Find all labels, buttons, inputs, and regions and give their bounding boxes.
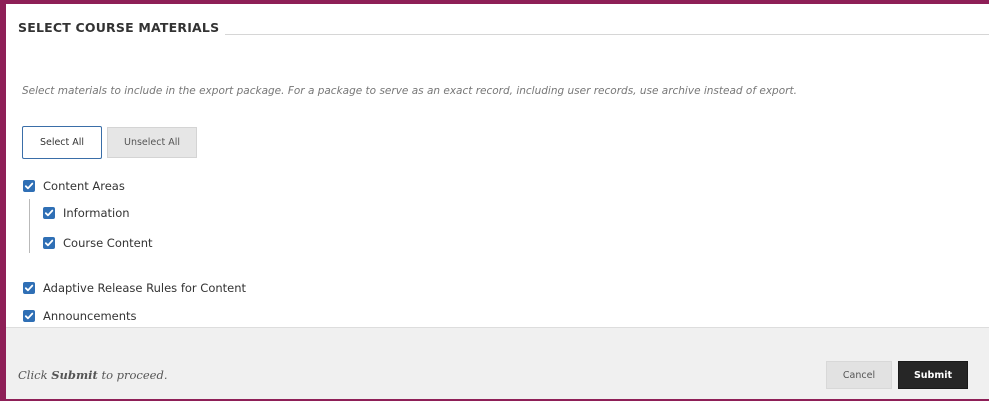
check-icon (24, 284, 34, 292)
footer-instruction: Click Submit to proceed. (18, 368, 168, 382)
checkbox-row-content-areas[interactable]: Content Areas (23, 178, 125, 194)
checkbox-label-information: Information (63, 206, 130, 220)
footer-prefix: Click (18, 368, 52, 382)
footer-suffix: to proceed. (97, 368, 168, 382)
checkbox-adaptive-release[interactable] (23, 282, 35, 294)
submit-button[interactable]: Submit (898, 361, 968, 389)
check-icon (24, 182, 34, 190)
checkbox-label-content-areas: Content Areas (43, 179, 125, 193)
unselect-all-button[interactable]: Unselect All (107, 127, 197, 158)
checkbox-row-announcements[interactable]: Announcements (23, 308, 137, 324)
cancel-button[interactable]: Cancel (826, 361, 892, 389)
tree-connector (29, 199, 30, 253)
checkbox-course-content[interactable] (43, 237, 55, 249)
checkbox-announcements[interactable] (23, 310, 35, 322)
checkbox-row-course-content[interactable]: Course Content (43, 235, 153, 251)
checkbox-content-areas[interactable] (23, 180, 35, 192)
checkbox-label-announcements: Announcements (43, 309, 137, 323)
footer-keyword: Submit (51, 368, 98, 382)
export-panel: SELECT COURSE MATERIALS Select materials… (0, 0, 989, 401)
select-all-button[interactable]: Select All (22, 126, 102, 159)
check-icon (44, 209, 54, 217)
checkbox-label-course-content: Course Content (63, 236, 153, 250)
check-icon (44, 239, 54, 247)
checkbox-row-adaptive-release[interactable]: Adaptive Release Rules for Content (23, 280, 246, 296)
checkbox-label-adaptive-release: Adaptive Release Rules for Content (43, 281, 247, 295)
check-icon (24, 312, 34, 320)
checkbox-information[interactable] (43, 207, 55, 219)
checkbox-row-information[interactable]: Information (43, 205, 130, 221)
instructions-text: Select materials to include in the expor… (22, 85, 797, 97)
section-title: SELECT COURSE MATERIALS (18, 20, 226, 35)
submit-footer: Click Submit to proceed. Cancel Submit (6, 327, 989, 399)
